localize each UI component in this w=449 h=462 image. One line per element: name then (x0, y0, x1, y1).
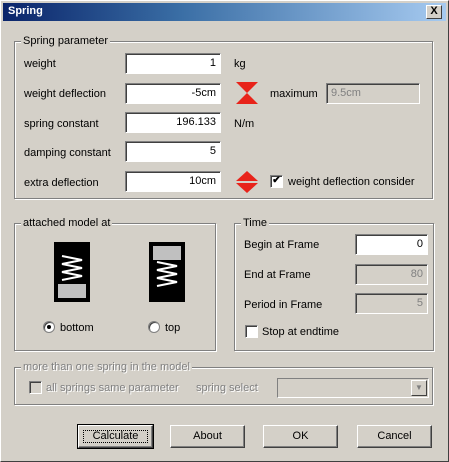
period-frame-label: Period in Frame (244, 299, 323, 311)
stop-at-endtime-checkbox[interactable] (245, 325, 258, 338)
begin-frame-field[interactable]: 0 (355, 234, 428, 255)
about-button-label: About (193, 430, 222, 442)
extra-deflection-field[interactable]: 10cm (125, 171, 221, 192)
spring-dialog: Spring X Spring parameter weight 1 kg we… (0, 0, 449, 462)
end-frame-field: 80 (355, 264, 428, 285)
double-arrow-spinner-icon[interactable] (235, 170, 259, 194)
spring-parameter-legend: Spring parameter (21, 35, 110, 47)
weight-deflection-field[interactable]: -5cm (125, 83, 221, 104)
close-icon: X (430, 5, 438, 17)
focus-rect (83, 430, 148, 443)
period-frame-field: 5 (355, 293, 428, 314)
spring-parameter-group: Spring parameter weight 1 kg weight defl… (14, 35, 433, 199)
extra-deflection-label: extra deflection (24, 177, 99, 189)
bottom-radio[interactable] (43, 321, 55, 333)
spring-select-label: spring select (196, 382, 258, 394)
spring-top-icon (149, 242, 185, 302)
cancel-button-label: Cancel (377, 430, 412, 442)
top-label: top (165, 322, 181, 334)
radio-selected-dot (47, 325, 51, 329)
attached-model-group: attached model at bottom top (14, 217, 216, 351)
cancel-button[interactable]: Cancel (357, 425, 432, 448)
time-legend: Time (241, 217, 270, 229)
weight-deflection-consider-label: weight deflection consider (288, 176, 415, 188)
weight-label: weight (24, 58, 56, 70)
spring-constant-field[interactable]: 196.133 (125, 112, 221, 133)
weight-deflection-consider-checkbox[interactable]: ✔ (270, 175, 283, 188)
weight-field[interactable]: 1 (125, 53, 221, 74)
calculate-button[interactable]: Calculate (77, 424, 154, 449)
spring-select-dropdown[interactable]: ▼ (277, 378, 429, 398)
spring-constant-unit: N/m (234, 118, 255, 130)
bottom-label: bottom (60, 322, 94, 334)
window-title: Spring (8, 5, 43, 17)
hourglass-spinner-icon[interactable] (235, 81, 259, 105)
attached-model-legend: attached model at (21, 217, 113, 229)
end-frame-label: End at Frame (244, 269, 311, 281)
weight-deflection-label: weight deflection (24, 88, 106, 100)
begin-frame-label: Begin at Frame (244, 239, 320, 251)
spring-constant-label: spring constant (24, 118, 99, 130)
spring-bottom-icon (54, 242, 90, 302)
time-group: Time Begin at Frame 0 End at Frame 80 Pe… (234, 217, 434, 351)
stop-at-endtime-label: Stop at endtime (262, 326, 340, 338)
weight-unit: kg (234, 58, 246, 70)
check-icon: ✔ (272, 175, 281, 186)
all-springs-same-label: all springs same parameter (46, 382, 179, 394)
title-bar: Spring X (3, 3, 446, 21)
close-button[interactable]: X (426, 5, 442, 19)
multi-spring-legend: more than one spring in the model (21, 361, 192, 373)
maximum-label: maximum (270, 88, 318, 100)
damping-constant-label: damping constant (24, 147, 111, 159)
damping-constant-field[interactable]: 5 (125, 141, 221, 162)
multi-spring-group: more than one spring in the model all sp… (14, 361, 433, 405)
all-springs-same-checkbox[interactable] (29, 381, 42, 394)
dropdown-arrow-icon[interactable]: ▼ (411, 380, 427, 396)
ok-button[interactable]: OK (263, 425, 338, 448)
maximum-field: 9.5cm (326, 83, 420, 104)
top-radio[interactable] (148, 321, 160, 333)
ok-button-label: OK (292, 430, 309, 442)
about-button[interactable]: About (170, 425, 245, 448)
